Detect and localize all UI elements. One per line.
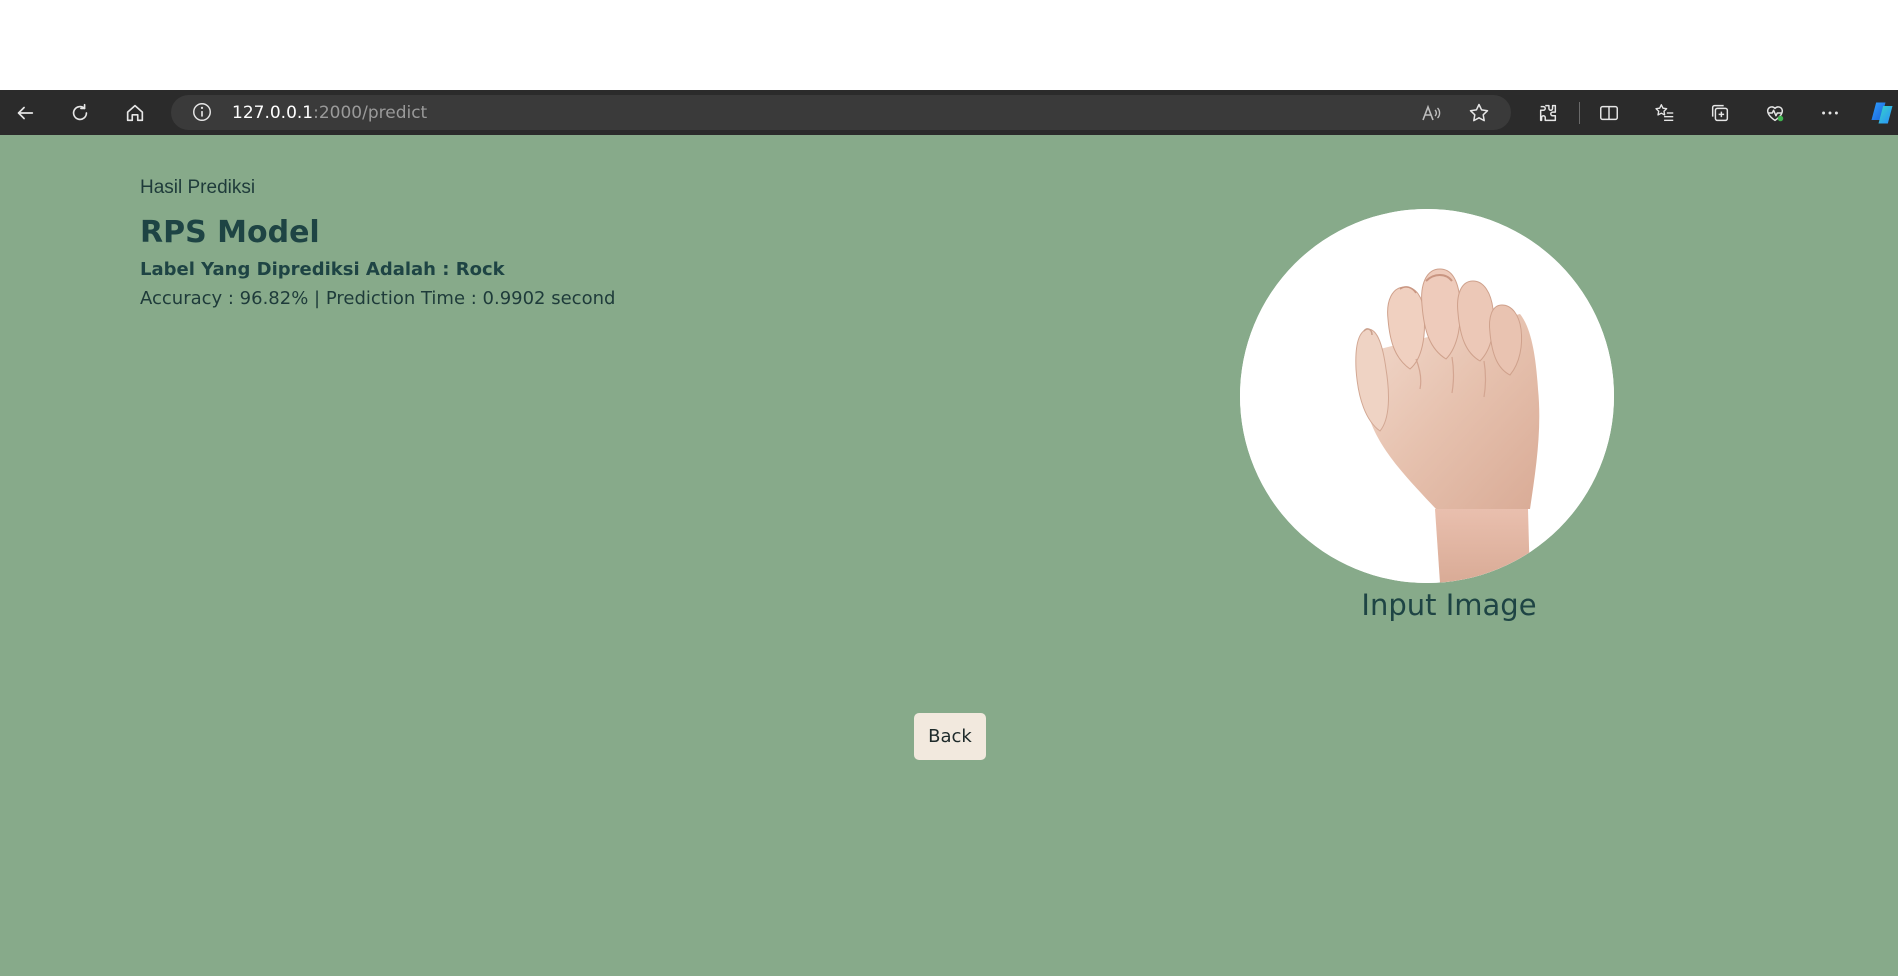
- site-info-icon[interactable]: [191, 101, 213, 123]
- accuracy-time-text: Accuracy : 96.82% | Prediction Time : 0.…: [140, 288, 616, 309]
- browser-toolbar: 127.0.0.1:2000/predict: [0, 90, 1898, 135]
- copilot-icon[interactable]: [1866, 99, 1898, 127]
- result-label: Hasil Prediksi: [140, 177, 256, 198]
- favorites-icon[interactable]: [1651, 99, 1679, 127]
- url-host: 127.0.0.1: [232, 103, 314, 123]
- back-button[interactable]: Back: [914, 713, 986, 760]
- more-icon[interactable]: [1816, 99, 1844, 127]
- home-icon[interactable]: [121, 99, 149, 127]
- url-path: :2000/predict: [313, 103, 428, 123]
- split-screen-icon[interactable]: [1595, 99, 1623, 127]
- url-text[interactable]: 127.0.0.1:2000/predict: [232, 103, 427, 123]
- toolbar-divider: [1579, 102, 1580, 124]
- favorite-icon[interactable]: [1467, 101, 1491, 125]
- address-bar[interactable]: 127.0.0.1:2000/predict: [171, 95, 1511, 130]
- top-blank-area: [0, 0, 1898, 90]
- extensions-icon[interactable]: [1534, 99, 1562, 127]
- back-icon[interactable]: [11, 99, 39, 127]
- rock-hand-image: [1240, 209, 1614, 583]
- read-aloud-icon[interactable]: [1419, 101, 1443, 125]
- browser-essentials-icon[interactable]: [1761, 99, 1789, 127]
- model-title: RPS Model: [140, 215, 320, 250]
- input-image-caption: Input Image: [1361, 588, 1537, 622]
- refresh-icon[interactable]: [66, 99, 94, 127]
- prediction-page: Hasil Prediksi RPS Model Label Yang Dipr…: [0, 135, 1898, 976]
- collections-icon[interactable]: [1706, 99, 1734, 127]
- predicted-label-text: Label Yang Diprediksi Adalah : Rock: [140, 259, 505, 280]
- input-image: [1240, 209, 1614, 583]
